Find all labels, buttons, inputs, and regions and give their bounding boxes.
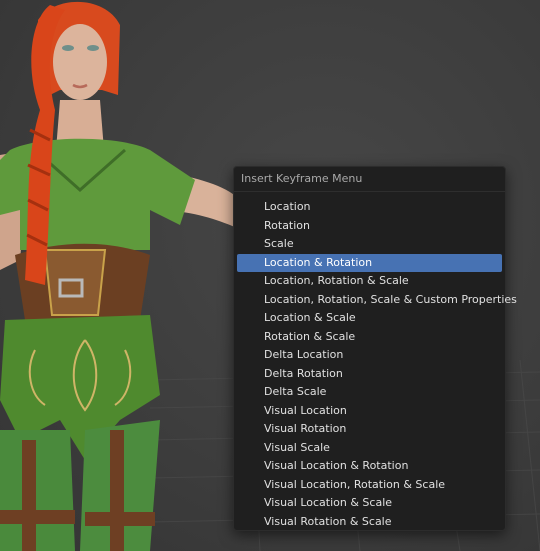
menu-item-list: Location Rotation Scale Location & Rotation… — [234, 198, 517, 532]
menu-item[interactable]: Visual Location & Scale — [237, 494, 502, 513]
menu-item-label: Visual Location, Rotation & Scale — [264, 477, 446, 491]
menu-item-label: Visual Location — [264, 403, 347, 417]
menu-item-label: Rotation & Scale — [264, 329, 356, 343]
menu-item[interactable]: Delta Rotation — [237, 365, 502, 384]
menu-item-label: Visual Location & Rotation — [264, 459, 409, 472]
menu-item[interactable]: Location — [237, 198, 502, 217]
menu-item-label: Visual Rotation & Scale — [264, 514, 392, 528]
menu-item[interactable]: Delta Location — [237, 346, 502, 365]
menu-item[interactable]: Visual Scale — [237, 439, 502, 458]
menu-item-label: Delta Scale — [264, 385, 327, 398]
menu-item-label: Visual Rotation — [264, 422, 347, 435]
menu-item-label: Scale — [264, 237, 294, 250]
menu-item-label: Location, Rotation, Scale & Custom Prope… — [264, 292, 517, 306]
menu-item[interactable]: Delta Scale — [237, 383, 502, 402]
menu-item[interactable]: Location, Rotation & Scale — [237, 272, 502, 291]
menu-title: Insert Keyframe Menu — [234, 167, 505, 192]
menu-item-label: Visual Scale — [264, 440, 330, 454]
menu-item[interactable]: Visual Rotation & Scale — [237, 513, 502, 532]
menu-item-label: Delta Rotation — [264, 366, 343, 380]
insert-keyframe-menu: Insert Keyframe Menu Location Rotation Sca… — [233, 166, 517, 532]
menu-item-label: Visual Location & Scale — [264, 496, 393, 509]
menu-item[interactable]: Location & Scale — [237, 309, 502, 328]
character-model[interactable] — [0, 1, 245, 551]
menu-item[interactable]: Visual Location & Rotation — [237, 457, 502, 476]
menu-item[interactable]: Visual Rotation — [237, 420, 502, 439]
menu-item-label: Location & Rotation — [264, 255, 373, 269]
menu-item[interactable]: Rotation & Scale — [237, 328, 502, 347]
menu-item[interactable]: Visual Location — [237, 402, 502, 421]
menu-item[interactable]: Rotation — [237, 217, 502, 236]
menu-item-label: Delta Location — [264, 348, 344, 361]
3d-viewport[interactable]: Insert Keyframe Menu Location Rotation Sca… — [0, 0, 540, 551]
menu-item-label: Location — [264, 200, 311, 213]
menu-item-label: Location, Rotation & Scale — [264, 274, 409, 287]
menu-item[interactable]: Location & Rotation — [237, 253, 502, 272]
menu-item[interactable]: Scale — [237, 235, 502, 254]
menu-item-label: Location & Scale — [264, 311, 356, 324]
menu-item[interactable]: Visual Location, Rotation & Scale — [237, 476, 502, 495]
menu-item-label: Rotation — [264, 218, 311, 232]
menu-item[interactable]: Location, Rotation, Scale & Custom Prope… — [237, 291, 517, 310]
